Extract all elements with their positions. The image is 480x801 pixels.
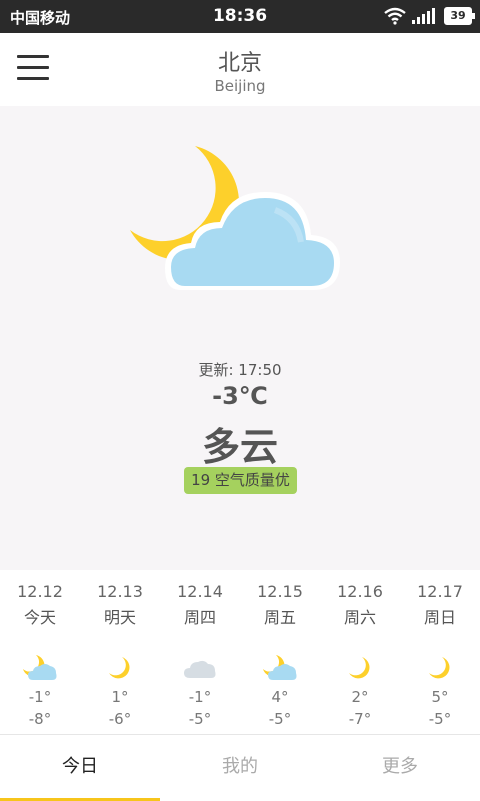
moon-cloud-icon	[263, 655, 297, 680]
header: 北京 Beijing	[0, 33, 480, 106]
forecast-date: 12.15	[257, 582, 303, 601]
forecast-low: -5°	[188, 710, 212, 728]
update-time-value: 17:50	[238, 361, 282, 379]
tab-more[interactable]: 更多	[320, 735, 480, 801]
forecast-low: -5°	[268, 710, 292, 728]
bottom-tab-bar: 今日 我的 更多	[0, 734, 480, 801]
forecast-day: 12.14 周四 -1° -5°	[160, 570, 240, 734]
cloud-icon	[184, 660, 216, 678]
battery-icon: 39	[444, 7, 475, 25]
forecast-date: 12.12	[17, 582, 63, 601]
forecast-weekday: 周六	[343, 608, 376, 627]
aqi-badge: 19 空气质量优	[184, 467, 297, 494]
forecast-list: 12.12 今天 -1° -8° 12.13 明天 1° -6° 12.14 周…	[0, 570, 480, 734]
forecast-low: -5°	[428, 710, 452, 728]
forecast-day: 12.15 周五 4° -5°	[240, 570, 320, 734]
forecast-high: 1°	[111, 688, 129, 706]
wifi-icon	[384, 7, 406, 25]
moon-cloud-icon	[130, 146, 340, 290]
current-temperature: -3℃	[212, 382, 268, 410]
forecast-weekday: 明天	[103, 608, 136, 627]
forecast-weekday: 周五	[263, 608, 296, 627]
forecast-weekday: 周四	[183, 608, 216, 627]
forecast-weekday: 今天	[23, 608, 56, 627]
city-name[interactable]: 北京	[0, 45, 480, 77]
moon-icon	[349, 657, 370, 679]
tab-today[interactable]: 今日	[0, 735, 160, 801]
city-name-en: Beijing	[214, 77, 266, 95]
forecast-high: 5°	[431, 688, 449, 706]
update-label: 更新:	[198, 361, 234, 379]
forecast-high: 2°	[351, 688, 369, 706]
current-condition: 多云	[201, 425, 278, 469]
forecast-day: 12.17 周日 5° -5°	[400, 570, 480, 734]
forecast-high: 4°	[271, 688, 289, 706]
current-weather-panel: 更新: 17:50 -3℃ 多云 19 空气质量优	[0, 106, 480, 570]
forecast-weekday: 周日	[423, 608, 456, 627]
forecast-date: 12.13	[97, 582, 143, 601]
status-bar: 中国移动 18:36 39	[0, 0, 480, 33]
forecast-low: -7°	[348, 710, 372, 728]
moon-icon	[429, 657, 450, 679]
forecast-low: -8°	[28, 710, 52, 728]
moon-cloud-icon	[23, 655, 57, 680]
forecast-day: 12.16 周六 2° -7°	[320, 570, 400, 734]
status-icons: 39	[384, 6, 475, 26]
update-time: 更新: 17:50	[0, 359, 480, 380]
forecast-date: 12.14	[177, 582, 223, 601]
forecast-day: 12.13 明天 1° -6°	[80, 570, 160, 734]
forecast-high: -1°	[188, 688, 212, 706]
signal-icon	[412, 8, 435, 24]
forecast-day: 12.12 今天 -1° -8°	[0, 570, 80, 734]
forecast-date: 12.16	[337, 582, 383, 601]
moon-icon	[109, 657, 130, 679]
forecast-high: -1°	[28, 688, 52, 706]
forecast-low: -6°	[108, 710, 132, 728]
tab-mine[interactable]: 我的	[160, 735, 320, 801]
forecast-date: 12.17	[417, 582, 463, 601]
